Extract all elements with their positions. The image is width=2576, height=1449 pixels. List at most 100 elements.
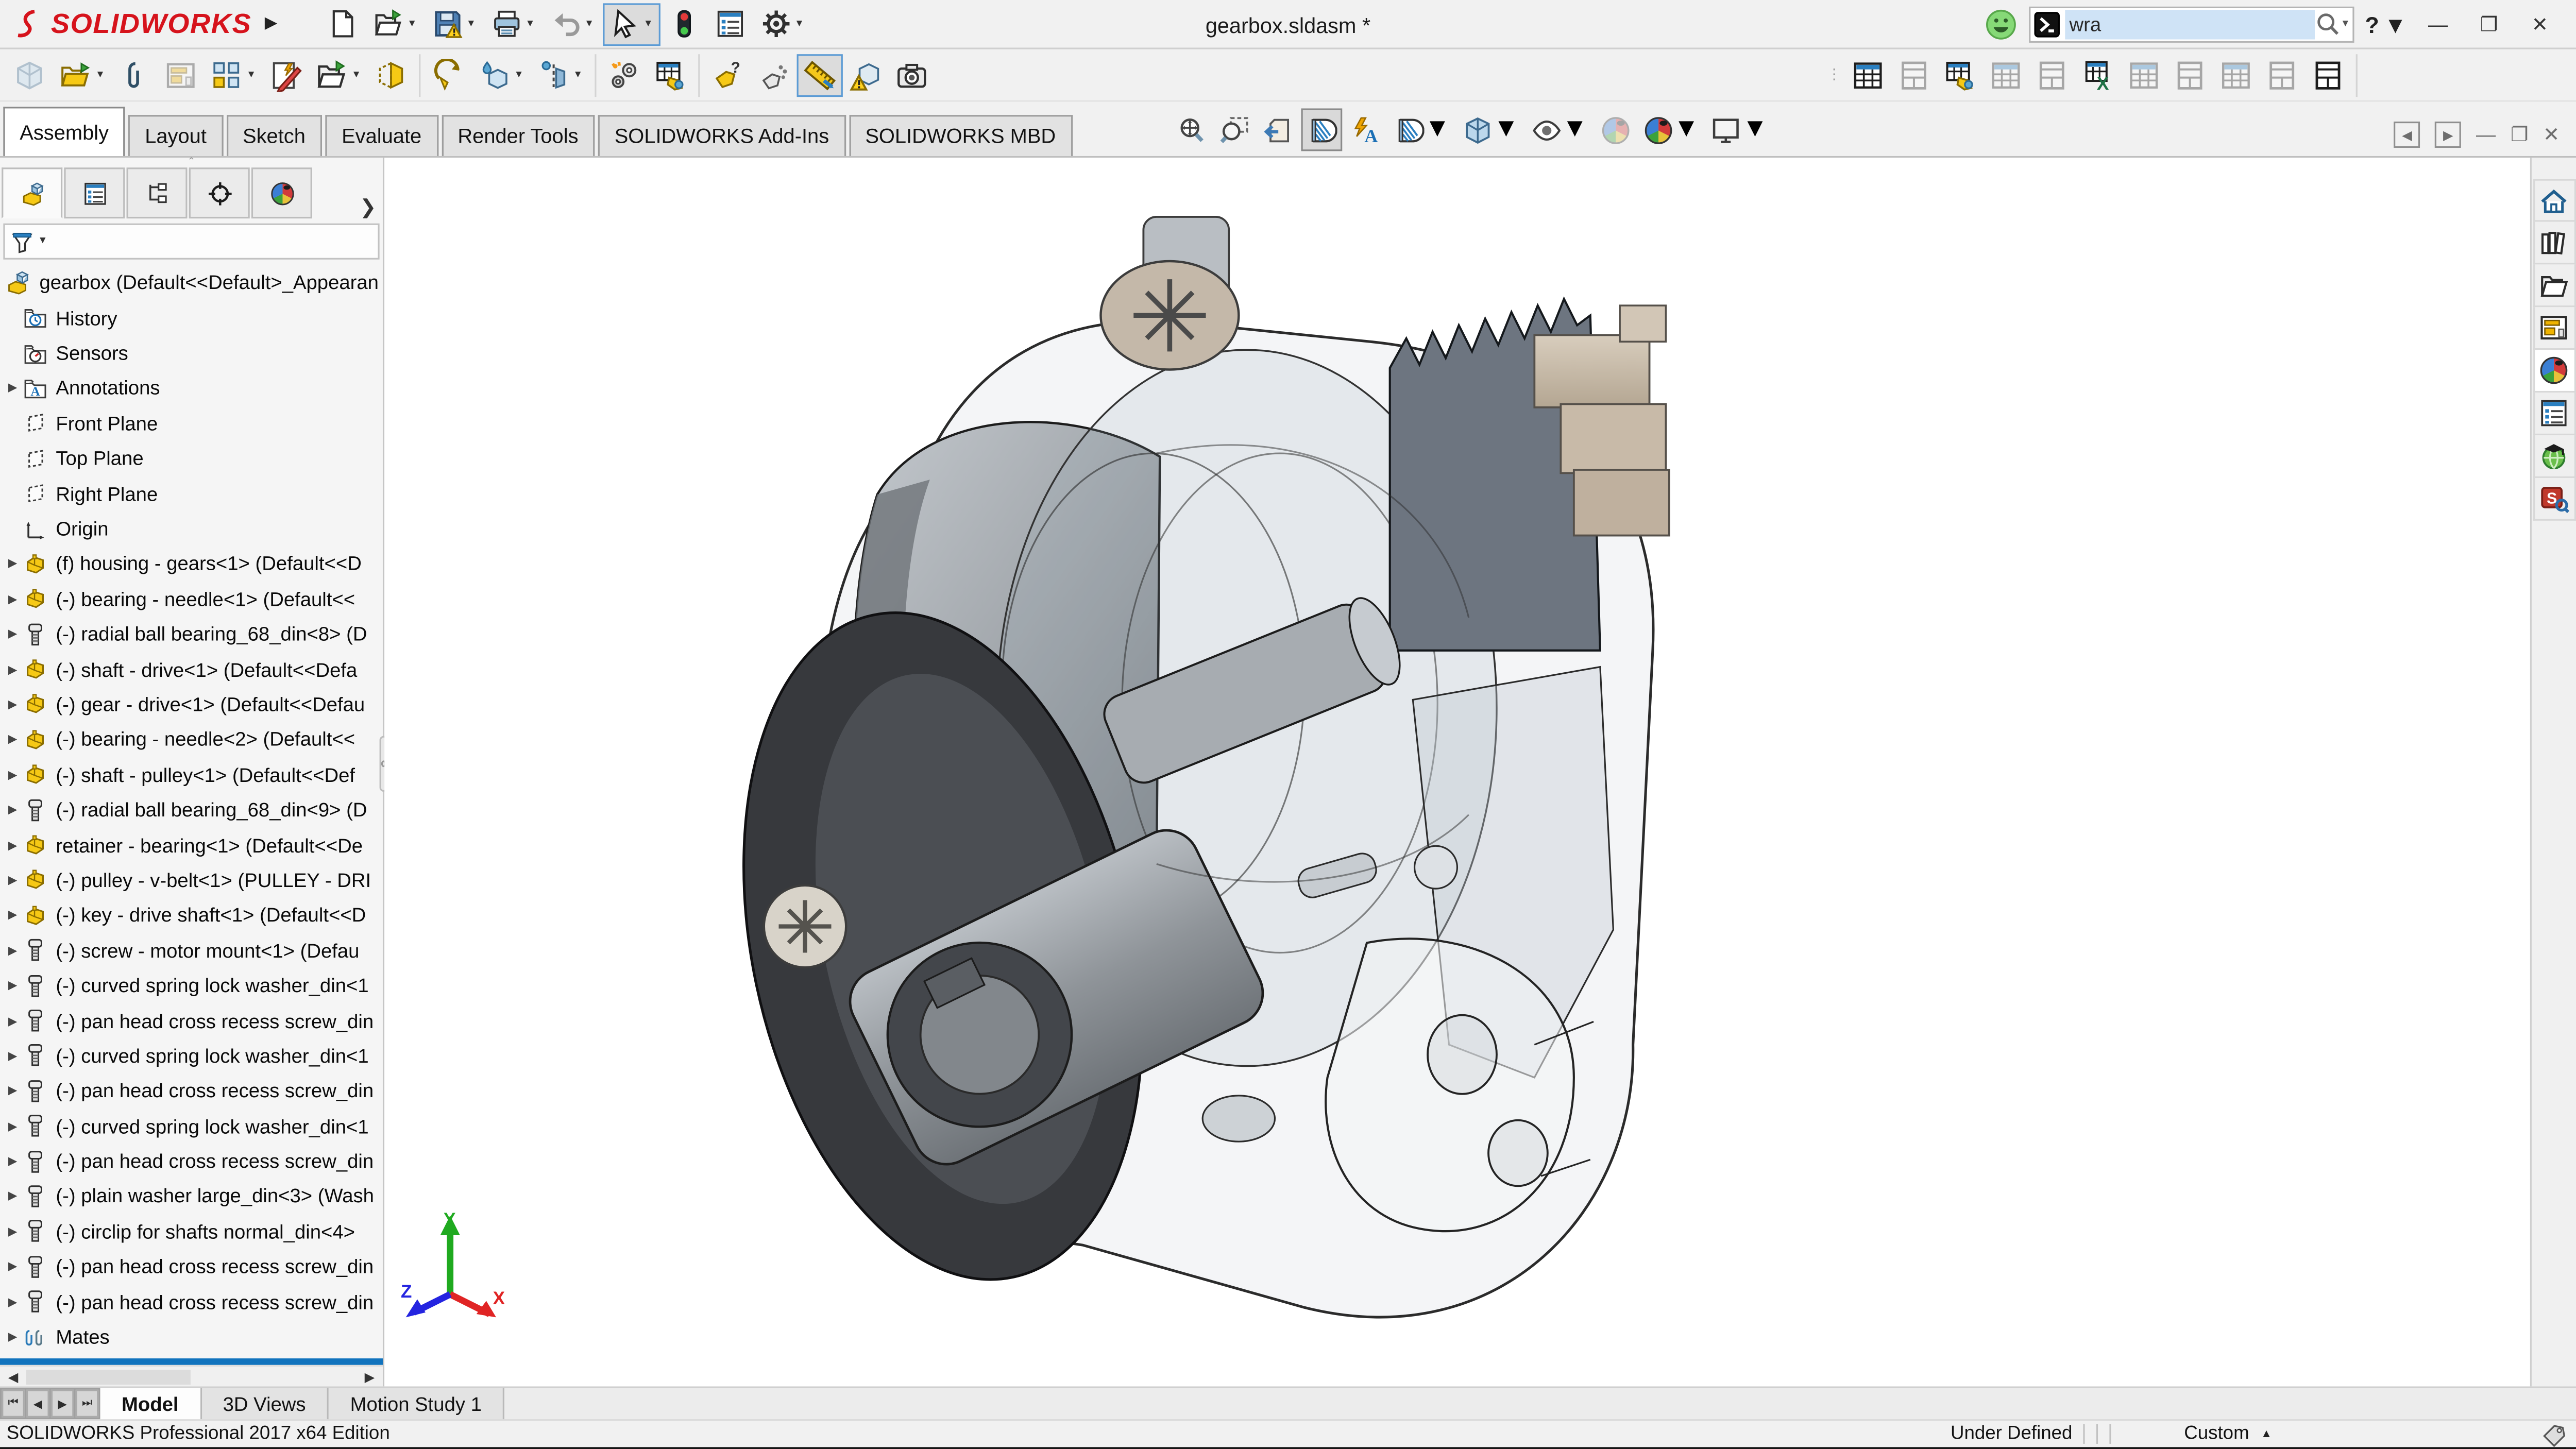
tree-item[interactable]: ▶(-) radial ball bearing_68_din<8> (D: [0, 617, 383, 652]
zoom-to-fit-button[interactable]: [1173, 108, 1211, 151]
tree-item[interactable]: ▶(-) curved spring lock washer_din<1: [0, 1038, 383, 1073]
expand-arrow-icon[interactable]: ▶: [8, 1014, 23, 1028]
dropdown-arrow-icon[interactable]: ▼: [351, 70, 361, 80]
tab-sketch[interactable]: Sketch: [226, 115, 322, 156]
tab-motion-study-1[interactable]: Motion Study 1: [329, 1388, 504, 1420]
expand-arrow-icon[interactable]: ▶: [8, 1120, 23, 1133]
previous-tab-button[interactable]: ◀: [26, 1390, 49, 1418]
tab-display-manager[interactable]: [251, 167, 312, 218]
tree-item[interactable]: Sensors: [0, 336, 383, 371]
appearances-scenes-button[interactable]: [2533, 350, 2575, 393]
hide-show-annotations-button[interactable]: [1347, 108, 1385, 151]
custom-properties-button[interactable]: [2533, 393, 2575, 435]
view-settings-button[interactable]: ▼: [1707, 108, 1771, 151]
hide-show-items-button[interactable]: ▼: [1528, 108, 1591, 151]
take-snapshot-button[interactable]: [888, 54, 934, 96]
window-restore-button[interactable]: ❐: [2469, 12, 2509, 36]
last-tab-button[interactable]: ⏭: [76, 1390, 99, 1418]
scroll-right-arrow-icon[interactable]: ▶: [357, 1369, 383, 1384]
tab-dimxpert-manager[interactable]: [189, 167, 250, 218]
expand-arrow-icon[interactable]: ▶: [8, 1049, 23, 1063]
dropdown-arrow-icon[interactable]: ▼: [794, 19, 804, 29]
tree-filter-box[interactable]: ▼: [3, 224, 379, 260]
tree-item[interactable]: ▶(-) pan head cross recess screw_din: [0, 1249, 383, 1284]
task-pane-home-button[interactable]: [2533, 179, 2575, 222]
tree-item[interactable]: ▶(-) pan head cross recess screw_din: [0, 1073, 383, 1109]
file-properties-button[interactable]: [707, 3, 752, 45]
tree-item[interactable]: ▶(-) key - drive shaft<1> (Default<<D: [0, 898, 383, 933]
dropdown-arrow-icon[interactable]: ▼: [38, 236, 47, 246]
insert-components-button[interactable]: ▼: [53, 54, 112, 96]
collapse-pane-left-button[interactable]: ◀: [2394, 122, 2420, 148]
assembly-features-button[interactable]: [425, 54, 471, 96]
tab-property-manager[interactable]: [64, 167, 125, 218]
revision-table-button[interactable]: [2121, 54, 2167, 96]
explode-line-sketch-button[interactable]: [751, 54, 796, 96]
tree-item[interactable]: ▶(-) pan head cross recess screw_din: [0, 1144, 383, 1179]
doc-restore-button[interactable]: ❐: [2511, 123, 2528, 146]
expand-arrow-icon[interactable]: ▶: [8, 944, 23, 958]
tree-item[interactable]: ▶(-) bearing - needle<2> (Default<<: [0, 722, 383, 757]
tree-item[interactable]: Right Plane: [0, 476, 383, 512]
tab-solidworks-add-ins[interactable]: SOLIDWORKS Add-Ins: [598, 115, 845, 156]
rebuild-button[interactable]: [662, 3, 706, 45]
expand-arrow-icon[interactable]: ▶: [8, 1331, 23, 1344]
tree-item[interactable]: ▶(-) pulley - v-belt<1> (PULLEY - DRI: [0, 863, 383, 898]
help-button[interactable]: ?▼: [2365, 11, 2406, 37]
design-table-button[interactable]: [1891, 54, 1937, 96]
window-minimize-button[interactable]: —: [2418, 12, 2458, 36]
dropdown-arrow-icon[interactable]: ▼: [407, 19, 417, 29]
dropdown-arrow-icon[interactable]: ▼: [246, 70, 256, 80]
dropdown-arrow-icon[interactable]: ▼: [584, 19, 594, 29]
expand-arrow-icon[interactable]: ▶: [8, 382, 23, 395]
view-orientation-button[interactable]: ▼: [1390, 108, 1454, 151]
tab-layout[interactable]: Layout: [128, 115, 223, 156]
dropdown-arrow-icon[interactable]: ▼: [573, 70, 583, 80]
units-selector[interactable]: Custom: [2184, 1424, 2249, 1444]
expand-arrow-icon[interactable]: ▶: [8, 1260, 23, 1274]
dropdown-arrow-icon[interactable]: ▼: [466, 19, 476, 29]
display-style-button[interactable]: ▼: [1459, 108, 1522, 151]
search-commands-icon[interactable]: [2031, 9, 2061, 39]
file-explorer-button[interactable]: [2533, 264, 2575, 307]
exploded-view-button[interactable]: [704, 54, 750, 96]
design-library-button[interactable]: [2533, 221, 2575, 264]
interference-detection-button[interactable]: [842, 54, 888, 96]
select-tool-button[interactable]: ▼: [602, 3, 659, 45]
tab-evaluate[interactable]: Evaluate: [325, 115, 438, 156]
toolbar-drag-handle[interactable]: ⋮: [1827, 66, 1840, 84]
dropdown-arrow-icon[interactable]: ▼: [1425, 115, 1451, 144]
doc-close-button[interactable]: ✕: [2543, 123, 2560, 146]
expand-arrow-icon[interactable]: ▶: [8, 979, 23, 993]
reference-geometry-button[interactable]: ▼: [471, 54, 531, 96]
tab-slot-table-button[interactable]: [2259, 54, 2305, 96]
dropdown-arrow-icon[interactable]: ▼: [1562, 115, 1588, 144]
bend-table-button[interactable]: [2167, 54, 2213, 96]
tab-model[interactable]: Model: [100, 1388, 202, 1420]
apply-scene-button[interactable]: ▼: [1639, 108, 1703, 151]
expand-arrow-icon[interactable]: ▶: [8, 1225, 23, 1238]
graphics-viewport[interactable]: Y X Z: [384, 158, 2530, 1386]
panel-tabs-expand-arrow[interactable]: ❯: [360, 195, 376, 218]
tree-item[interactable]: ▶(-) gear - drive<1> (Default<<Defau: [0, 687, 383, 722]
hole-table-button[interactable]: [2029, 54, 2075, 96]
tree-item[interactable]: Origin: [0, 512, 383, 547]
community-smiley-icon[interactable]: [1984, 7, 2017, 40]
edit-component-button[interactable]: [7, 54, 53, 96]
excel-based-bom-button[interactable]: [2075, 54, 2121, 96]
tree-item[interactable]: ▶(-) circlip for shafts normal_din<4>: [0, 1214, 383, 1249]
expand-arrow-icon[interactable]: ▶: [8, 628, 23, 641]
print-button[interactable]: ▼: [484, 3, 541, 45]
scroll-left-arrow-icon[interactable]: ◀: [0, 1369, 26, 1384]
search-input[interactable]: wra: [2064, 9, 2314, 39]
options-button[interactable]: ▼: [753, 3, 810, 45]
units-dropdown-arrow-icon[interactable]: ▲: [2261, 1428, 2272, 1440]
solidworks-forum-button[interactable]: [2533, 478, 2575, 521]
show-hidden-components-button[interactable]: [368, 54, 414, 96]
search-dropdown-arrow-icon[interactable]: ▼: [2341, 19, 2350, 29]
tree-splitter-bar[interactable]: [0, 1358, 383, 1365]
next-tab-button[interactable]: ▶: [51, 1390, 74, 1418]
tree-item[interactable]: ▶(-) screw - motor mount<1> (Defau: [0, 933, 383, 968]
search-magnifier-icon[interactable]: [2314, 11, 2341, 37]
expand-arrow-icon[interactable]: ▶: [8, 557, 23, 571]
